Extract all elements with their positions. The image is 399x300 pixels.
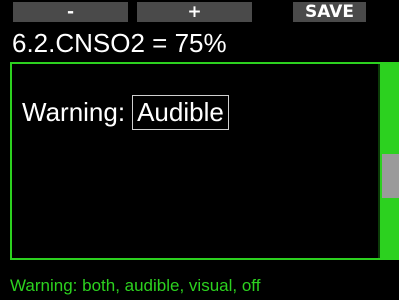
warning-value-selector[interactable]: Audible [132, 94, 229, 130]
options-hint: Warning: both, audible, visual, off [10, 276, 261, 295]
page-title: 6.2.CNSO2 = 75% [12, 28, 227, 58]
plus-softkey[interactable]: + [137, 2, 252, 22]
warning-label: Warning: [22, 97, 126, 127]
setting-panel: Warning: Audible [10, 62, 399, 260]
minus-softkey[interactable]: - [13, 2, 128, 22]
warning-setting-row: Warning: Audible [22, 94, 229, 130]
scrollbar[interactable] [378, 64, 399, 258]
save-softkey[interactable]: SAVE [293, 2, 366, 22]
scroll-thumb[interactable] [382, 154, 399, 198]
